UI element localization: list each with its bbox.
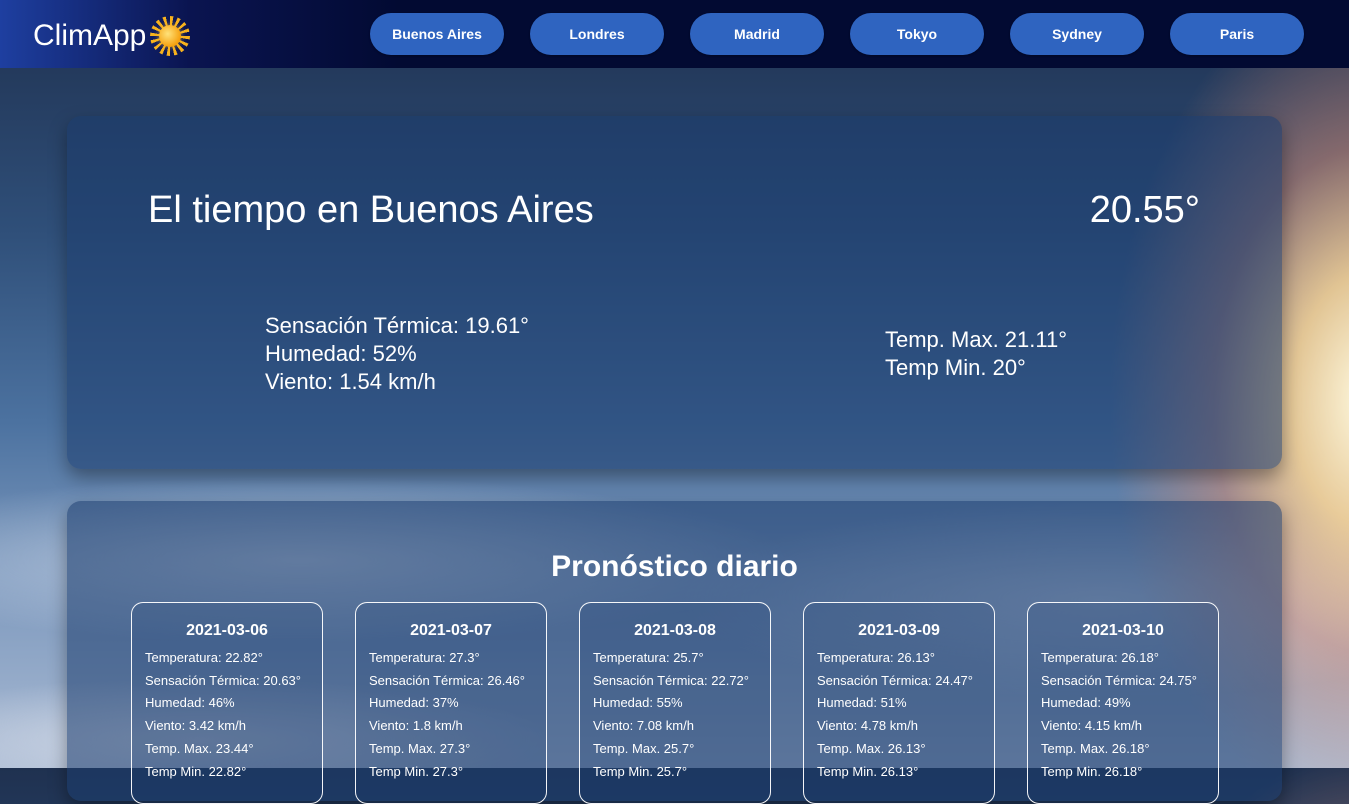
forecast-date: 2021-03-09 [858, 622, 940, 639]
forecast-date: 2021-03-06 [186, 622, 268, 639]
forecast-feels-like: Sensación Térmica: 22.72° [593, 672, 749, 688]
forecast-temp-max: Temp. Max. 26.18° [1041, 740, 1150, 756]
city-button-tokyo[interactable]: Tokyo [850, 13, 984, 55]
forecast-humidity: Humedad: 51% [817, 695, 907, 711]
forecast-temperature: Temperatura: 22.82° [145, 650, 263, 665]
forecast-wind: Viento: 7.08 km/h [593, 718, 694, 734]
forecast-title: Pronóstico diario [551, 550, 798, 583]
city-button-londres[interactable]: Londres [530, 13, 664, 55]
wind-speed: Viento: 1.54 km/h [265, 369, 436, 394]
forecast-temp-min: Temp Min. 22.82° [145, 763, 247, 779]
forecast-wind: Viento: 4.15 km/h [1041, 718, 1142, 734]
forecast-humidity: Humedad: 46% [145, 695, 235, 711]
forecast-temp-min: Temp Min. 26.13° [817, 763, 919, 779]
current-weather-panel: El tiempo en Buenos Aires 20.55° Sensaci… [67, 116, 1282, 469]
forecast-date: 2021-03-07 [410, 622, 492, 639]
city-button-madrid[interactable]: Madrid [690, 13, 824, 55]
forecast-temperature: Temperatura: 26.18° [1041, 650, 1159, 665]
forecast-wind: Viento: 1.8 km/h [369, 718, 463, 734]
temp-min: Temp Min. 20° [885, 355, 1026, 380]
forecast-feels-like: Sensación Térmica: 20.63° [145, 672, 301, 688]
forecast-feels-like: Sensación Térmica: 24.47° [817, 672, 973, 688]
sun-icon [148, 14, 192, 58]
forecast-humidity: Humedad: 49% [1041, 695, 1131, 711]
brand-logo[interactable]: ClimApp [33, 14, 192, 58]
forecast-feels-like: Sensación Térmica: 24.75° [1041, 672, 1197, 688]
forecast-humidity: Humedad: 37% [369, 695, 459, 711]
forecast-date: 2021-03-10 [1082, 622, 1164, 639]
forecast-temp-min: Temp Min. 27.3° [369, 763, 464, 779]
forecast-temp-min: Temp Min. 26.18° [1041, 763, 1143, 779]
forecast-panel: Pronóstico diario 2021-03-06 Temperatura… [67, 501, 1282, 804]
city-button-sydney[interactable]: Sydney [1010, 13, 1144, 55]
brand-name: ClimApp [33, 19, 147, 52]
feels-like: Sensación Térmica: 19.61° [265, 313, 529, 338]
forecast-day-card: 2021-03-06 Temperatura: 22.82° Sensación… [131, 602, 323, 804]
forecast-temp-max: Temp. Max. 23.44° [145, 740, 254, 756]
forecast-temperature: Temperatura: 25.7° [593, 650, 704, 665]
forecast-day-card: 2021-03-09 Temperatura: 26.13° Sensación… [803, 602, 995, 804]
navbar: ClimApp Buenos Aires Londres Madrid Toky… [0, 0, 1349, 68]
forecast-temperature: Temperatura: 26.13° [817, 650, 935, 665]
forecast-wind: Viento: 3.42 km/h [145, 718, 246, 734]
forecast-temp-max: Temp. Max. 25.7° [593, 740, 695, 756]
forecast-day-card: 2021-03-08 Temperatura: 25.7° Sensación … [579, 602, 771, 804]
forecast-humidity: Humedad: 55% [593, 695, 683, 711]
forecast-day-card: 2021-03-10 Temperatura: 26.18° Sensación… [1027, 602, 1219, 804]
forecast-wind: Viento: 4.78 km/h [817, 718, 918, 734]
forecast-temperature: Temperatura: 27.3° [369, 650, 480, 665]
forecast-temp-max: Temp. Max. 26.13° [817, 740, 926, 756]
current-stats: Sensación Térmica: 19.61° Humedad: 52% V… [265, 312, 529, 396]
forecast-feels-like: Sensación Térmica: 26.46° [369, 672, 525, 688]
current-weather-title: El tiempo en Buenos Aires [148, 189, 594, 231]
forecast-temp-max: Temp. Max. 27.3° [369, 740, 471, 756]
forecast-temp-min: Temp Min. 25.7° [593, 763, 688, 779]
current-temperature: 20.55° [1089, 189, 1200, 231]
city-button-buenos-aires[interactable]: Buenos Aires [370, 13, 504, 55]
forecast-day-card: 2021-03-07 Temperatura: 27.3° Sensación … [355, 602, 547, 804]
forecast-date: 2021-03-08 [634, 622, 716, 639]
humidity: Humedad: 52% [265, 341, 417, 366]
city-button-paris[interactable]: Paris [1170, 13, 1304, 55]
current-min-max: Temp. Max. 21.11° Temp Min. 20° [885, 326, 1067, 382]
temp-max: Temp. Max. 21.11° [885, 327, 1068, 352]
